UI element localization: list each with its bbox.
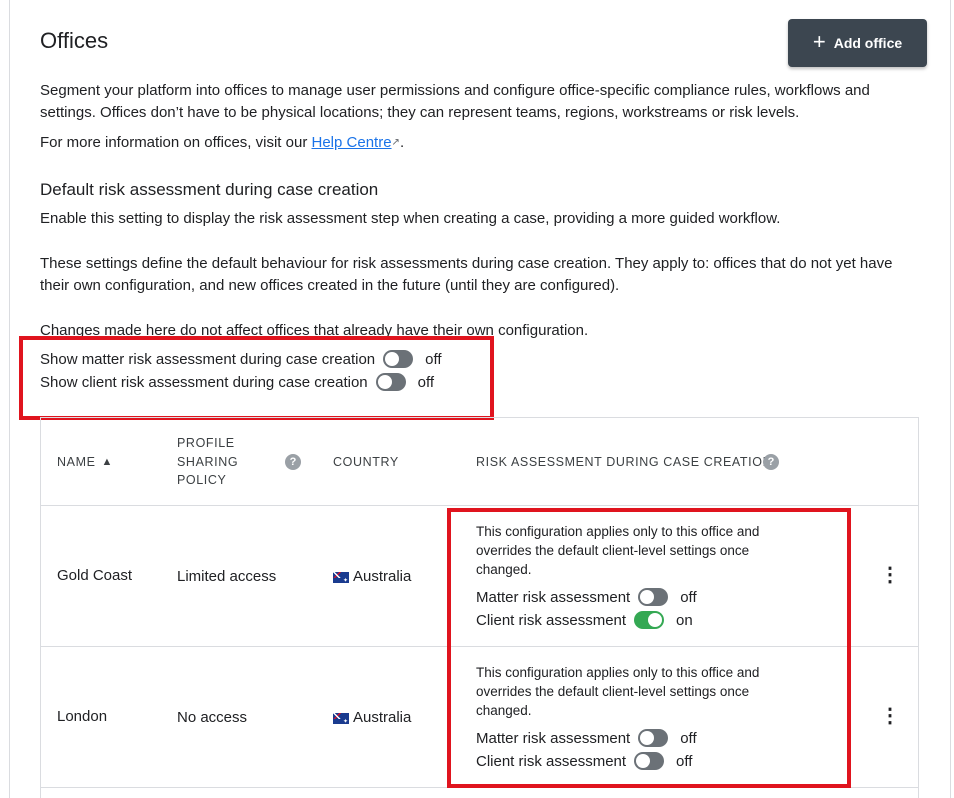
office-country-label: Australia [353,709,412,726]
external-link-icon: ↗ [391,137,400,148]
office-policy: No access [177,709,248,726]
intro-text: Segment your platform into offices to ma… [40,82,870,121]
australia-flag-icon [333,571,349,583]
add-office-label: Add office [833,35,903,51]
row-menu-icon[interactable]: ⋮ [880,565,900,585]
office-name: Gold Coast [57,567,133,584]
section-heading: Default risk assessment during case crea… [40,180,379,199]
section-desc-1: Enable this setting to display the risk … [40,210,781,227]
column-header-policy: PROFILE SHARING POLICY [177,436,239,487]
office-country-label: Australia [353,568,412,585]
row-menu-icon[interactable]: ⋮ [880,706,900,726]
office-country: Australia [333,709,411,726]
row-divider [41,505,918,506]
highlight-box-defaults [19,336,494,420]
office-name: London [57,708,108,725]
add-office-button[interactable]: + Add office [788,19,927,67]
risk-help-icon[interactable]: ? [763,454,779,470]
page-title: Offices [40,28,109,53]
policy-help-icon[interactable]: ? [285,454,301,470]
help-prefix: For more information on offices, visit o… [40,134,308,151]
office-country: Australia [333,568,411,585]
sort-ascending-icon: ▲ [101,456,114,468]
column-name-label: NAME [57,455,96,469]
office-policy: Limited access [177,568,277,585]
section-desc-2: These settings define the default behavi… [40,255,893,294]
column-header-name[interactable]: NAME ▲ [57,455,113,469]
help-suffix: . [399,134,405,151]
column-header-country: COUNTRY [333,455,399,469]
help-centre-line: For more information on offices, visit o… [40,132,404,154]
highlight-box-office-settings [447,508,851,788]
plus-icon: + [812,29,826,54]
australia-flag-icon [333,712,349,724]
column-header-risk: RISK ASSESSMENT DURING CASE CREATION [476,455,773,469]
help-centre-link[interactable]: Help Centre [312,134,392,151]
